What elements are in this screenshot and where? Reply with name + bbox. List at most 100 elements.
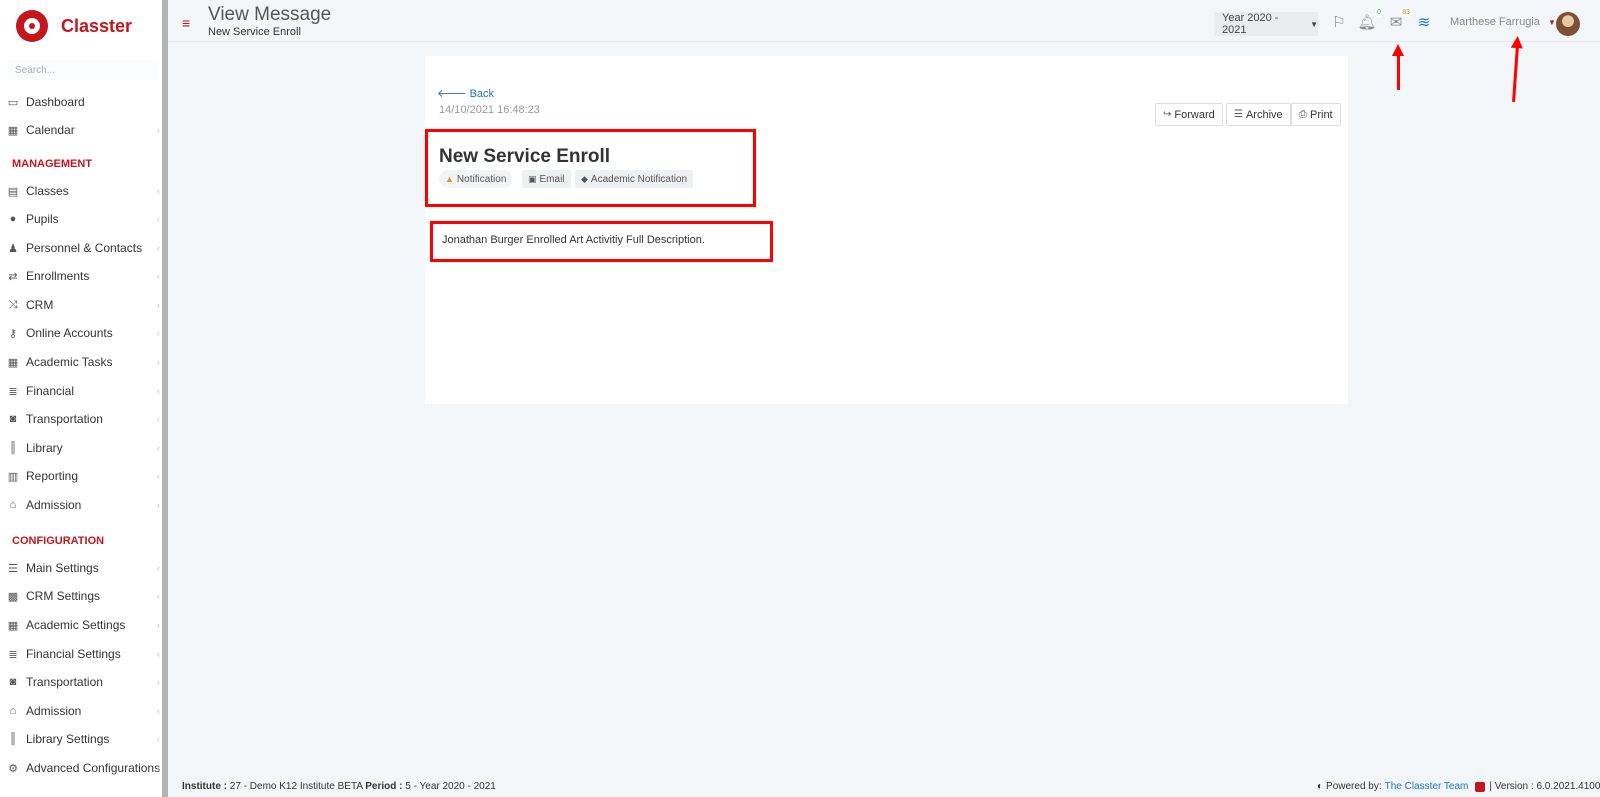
chevron-left-icon: ‹ <box>157 500 160 510</box>
sidebar: Classter ▭ Dashboard ▦ Calendar ‹ MANAGE… <box>0 0 168 797</box>
print-label: Print <box>1310 108 1333 121</box>
caret-down-icon[interactable]: ▼ <box>1548 18 1556 27</box>
shuffle-icon: ⤨ <box>8 298 18 311</box>
coins-icon: ≣ <box>8 385 18 398</box>
classter-logo-icon <box>16 10 48 42</box>
chevron-left-icon: ‹ <box>157 414 160 424</box>
sidebar-item-enrollments[interactable]: ⇄ Enrollments ‹ <box>0 263 162 289</box>
forward-label: Forward <box>1174 108 1215 121</box>
user-name[interactable]: Marthese Farrugia <box>1450 16 1540 28</box>
archive-icon: ☰ <box>1234 109 1243 120</box>
year-select[interactable]: Year 2020 - 2021 ▼ <box>1214 12 1318 36</box>
sidebar-item-financial[interactable]: ≣ Financial ‹ <box>0 378 162 404</box>
institute-value: 27 - Demo K12 Institute BETA <box>229 781 363 792</box>
envelope-icon[interactable]: ✉ 83 <box>1386 8 1412 32</box>
archive-label: Archive <box>1245 108 1283 121</box>
institution-icon: ⌂ <box>9 705 17 717</box>
back-link[interactable]: 🡐 Back <box>437 86 494 100</box>
flag-icon[interactable]: ⚐ <box>1329 12 1349 32</box>
sidebar-item-crm[interactable]: ⤨ CRM ‹ <box>0 292 162 318</box>
books-icon: ║ <box>9 442 17 454</box>
chevron-left-icon: ‹ <box>157 300 160 310</box>
app-logo[interactable]: Classter <box>16 8 132 44</box>
institution-icon: ⌂ <box>9 499 17 511</box>
layers-icon[interactable]: ≋ <box>1414 12 1434 32</box>
sidebar-item-pupils[interactable]: ● Pupils ‹ <box>0 206 162 232</box>
sidebar-item-transportation-settings[interactable]: ◙ Transportation ‹ <box>0 669 162 695</box>
powered-by-label: Powered by: <box>1326 781 1382 792</box>
chevron-left-icon: ‹ <box>157 386 160 396</box>
cogs-icon: ⚙ <box>8 762 18 775</box>
sidebar-item-label: Online Accounts <box>26 326 113 340</box>
print-icon: ⎙ <box>1299 109 1307 120</box>
sidebar-item-label: CRM Settings <box>26 589 101 603</box>
sidebar-item-admission-settings[interactable]: ⌂ Admission ‹ <box>0 698 162 724</box>
sidebar-item-personnel-contacts[interactable]: ♟ Personnel & Contacts ‹ <box>0 235 162 261</box>
sidebar-item-main-settings[interactable]: ☰ Main Settings ‹ <box>0 555 162 581</box>
message-timestamp: 14/10/2021 16:48:23 <box>439 104 540 116</box>
sidebar-item-reporting[interactable]: ▥ Reporting ‹ <box>0 463 162 489</box>
sidebar-scrollbar[interactable] <box>162 0 168 797</box>
footer-powered-by: ◐ Powered by: The Classter Team | Versio… <box>1317 781 1600 792</box>
page-subtitle: New Service Enroll <box>208 26 301 38</box>
coins-icon: ≣ <box>8 648 18 661</box>
annotation-arrow-user <box>1512 45 1519 103</box>
sidebar-item-library[interactable]: ║ Library ‹ <box>0 435 162 461</box>
grid-icon: ▦ <box>7 619 19 632</box>
top-header: ≡ View Message New Service Enroll Year 2… <box>168 0 1600 42</box>
chevron-left-icon: ‹ <box>157 677 160 687</box>
app-name: Classter <box>61 15 133 36</box>
chevron-left-icon: ‹ <box>157 125 160 135</box>
print-button[interactable]: ⎙ Print <box>1291 103 1341 126</box>
sliders-icon: ☰ <box>8 562 18 575</box>
version-text: | Version : 6.0.2021.41009 <box>1489 781 1600 792</box>
caret-down-icon: ▼ <box>1310 19 1318 29</box>
hamburger-menu-icon[interactable]: ≡ <box>182 15 190 31</box>
calendar-icon: ▦ <box>7 124 19 137</box>
sidebar-item-label: Admission <box>26 498 82 512</box>
sidebar-item-label: Academic Settings <box>26 618 126 632</box>
sidebar-item-transportation[interactable]: ◙ Transportation ‹ <box>0 406 162 432</box>
sidebar-item-label: Financial <box>26 384 75 398</box>
back-label: Back <box>469 88 495 100</box>
sidebar-item-label: Financial Settings <box>26 647 121 661</box>
sidebar-item-label: Library Settings <box>26 732 110 746</box>
avatar[interactable] <box>1556 12 1580 36</box>
sidebar-item-financial-settings[interactable]: ≣ Financial Settings ‹ <box>0 641 162 667</box>
sidebar-item-calendar[interactable]: ▦ Calendar ‹ <box>0 117 162 143</box>
personnel-icon: ♟ <box>8 242 18 255</box>
forward-button[interactable]: ↪ Forward <box>1155 103 1223 126</box>
chevron-left-icon: ‹ <box>157 763 160 773</box>
sidebar-item-crm-settings[interactable]: ▩ CRM Settings ‹ <box>0 583 162 609</box>
chevron-left-icon: ‹ <box>157 620 160 630</box>
chevron-left-icon: ‹ <box>157 328 160 338</box>
sidebar-item-classes[interactable]: ▤ Classes ‹ <box>0 178 162 204</box>
period-value: 5 - Year 2020 - 2021 <box>405 781 496 792</box>
sidebar-item-label: Transportation <box>26 412 103 426</box>
sidebar-item-advanced-configurations[interactable]: ⚙ Advanced Configurations ‹ <box>0 755 162 781</box>
chevron-left-icon: ‹ <box>157 357 160 367</box>
sidebar-item-library-settings[interactable]: ║ Library Settings ‹ <box>0 726 162 752</box>
sidebar-item-admission[interactable]: ⌂ Admission ‹ <box>0 492 162 518</box>
sidebar-item-label: Main Settings <box>26 561 99 575</box>
sidebar-item-label: Academic Tasks <box>26 355 113 369</box>
sidebar-item-online-accounts[interactable]: ⚷ Online Accounts ‹ <box>0 320 162 346</box>
classter-small-icon: ◐ <box>1317 781 1324 792</box>
sidebar-item-academic-settings[interactable]: ▦ Academic Settings ‹ <box>0 612 162 638</box>
classter-logo-icon <box>1475 781 1486 792</box>
sidebar-item-academic-tasks[interactable]: ▦ Academic Tasks ‹ <box>0 349 162 375</box>
classes-icon: ▤ <box>7 185 19 198</box>
report-icon: ▥ <box>7 470 19 483</box>
sidebar-item-label: Library <box>26 441 63 455</box>
sidebar-search-input[interactable] <box>8 60 158 80</box>
team-link[interactable]: The Classter Team <box>1385 781 1469 792</box>
chevron-left-icon: ‹ <box>157 649 160 659</box>
exchange-icon: ⇄ <box>8 270 18 283</box>
bell-glyph: 🔔︎ <box>1357 14 1377 31</box>
sidebar-item-label: Classes <box>26 184 69 198</box>
sidebar-item-dashboard[interactable]: ▭ Dashboard <box>0 89 162 115</box>
sidebar-item-label: Advanced Configurations <box>26 761 161 775</box>
archive-button[interactable]: ☰ Archive <box>1226 103 1291 126</box>
bell-icon[interactable]: 🔔︎ 0 <box>1357 8 1383 32</box>
grid-icon: ▦ <box>7 356 19 369</box>
